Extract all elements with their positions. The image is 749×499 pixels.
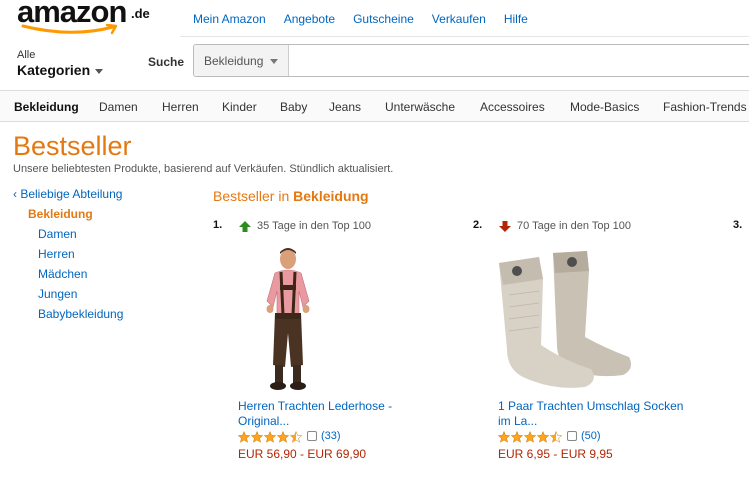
header: amazon .de Mein Amazon Angebote Gutschei… xyxy=(0,0,749,90)
product-rank: 2. xyxy=(473,219,483,231)
top-link-verkaufen[interactable]: Verkaufen xyxy=(432,12,486,26)
product-image[interactable] xyxy=(253,245,323,393)
star-rating-icon[interactable] xyxy=(498,431,562,443)
caret-down-icon xyxy=(270,59,278,64)
subnav-item-bekleidung[interactable]: Bekleidung xyxy=(14,100,79,114)
category-dropdown[interactable]: Alle Kategorien xyxy=(17,49,104,78)
department-link-maedchen[interactable]: Mädchen xyxy=(38,267,87,281)
caret-down-icon xyxy=(95,68,104,74)
days-in-top100: 35 Tage in den Top 100 xyxy=(257,220,371,232)
current-department: Bekleidung xyxy=(28,207,93,221)
top-link-gutscheine[interactable]: Gutscheine xyxy=(353,12,414,26)
product-title-link[interactable]: 1 Paar Trachten Umschlag Socken im La... xyxy=(498,399,698,429)
product-card: 1. 35 Tage in den Top 100 Herren Trachte… xyxy=(213,219,453,479)
top-nav: Mein Amazon Angebote Gutscheine Verkaufe… xyxy=(193,12,546,26)
heading-category: Bekleidung xyxy=(293,188,369,204)
top-link-hilfe[interactable]: Hilfe xyxy=(504,12,528,26)
review-count-link[interactable]: (50) xyxy=(581,430,601,442)
category-dropdown-line2: Kategorien xyxy=(17,62,104,78)
subnav-item-accessoires[interactable]: Accessoires xyxy=(480,100,545,114)
department-link-herren[interactable]: Herren xyxy=(38,247,75,261)
subnav-item-fashion-trends[interactable]: Fashion-Trends xyxy=(663,100,747,114)
smile-arrow-icon xyxy=(21,24,118,35)
subnav-item-mode-basics[interactable]: Mode-Basics xyxy=(570,100,639,114)
search-scope-select[interactable]: Bekleidung xyxy=(194,45,289,76)
department-link-babybekleidung[interactable]: Babybekleidung xyxy=(38,307,123,321)
top-link-mein-amazon[interactable]: Mein Amazon xyxy=(193,12,266,26)
product-title-link[interactable]: Herren Trachten Lederhose - Original... xyxy=(238,399,438,429)
subnav-item-unterwaesche[interactable]: Unterwäsche xyxy=(385,100,455,114)
subnav-item-baby[interactable]: Baby xyxy=(280,100,307,114)
star-rating-icon[interactable] xyxy=(238,431,302,443)
search-bar: Bekleidung xyxy=(193,44,749,77)
page-subtitle: Unsere beliebtesten Produkte, basierend … xyxy=(13,163,394,175)
search-input[interactable] xyxy=(289,45,749,76)
department-link-damen[interactable]: Damen xyxy=(38,227,77,241)
page-title: Bestseller xyxy=(13,131,132,161)
subnav-item-kinder[interactable]: Kinder xyxy=(222,100,257,114)
trend-down-icon xyxy=(499,221,511,232)
product-image[interactable] xyxy=(495,245,635,393)
amazon-logo[interactable]: amazon .de xyxy=(17,0,150,38)
product-price: EUR 56,90 - EUR 69,90 xyxy=(238,447,367,461)
subnav-item-herren[interactable]: Herren xyxy=(162,100,199,114)
category-subnav: Bekleidung Damen Herren Kinder Baby Jean… xyxy=(0,90,749,122)
top-link-angebote[interactable]: Angebote xyxy=(284,12,335,26)
any-department-link[interactable]: ‹ Beliebige Abteilung xyxy=(13,187,122,201)
trend-up-icon xyxy=(239,221,251,232)
days-in-top100: 70 Tage in den Top 100 xyxy=(517,220,631,232)
search-label: Suche xyxy=(148,55,185,69)
heading-prefix: Bestseller in xyxy=(213,188,290,204)
subnav-item-jeans[interactable]: Jeans xyxy=(329,100,361,114)
chevron-down-icon[interactable] xyxy=(567,431,577,441)
logo-tld: .de xyxy=(131,6,150,21)
divider xyxy=(180,36,749,37)
product-rank: 3. xyxy=(733,219,743,231)
department-link-jungen[interactable]: Jungen xyxy=(38,287,77,301)
review-count-link[interactable]: (33) xyxy=(321,430,341,442)
product-card: 2. 70 Tage in den Top 100 1 Paar Trachte… xyxy=(473,219,713,479)
product-price: EUR 6,95 - EUR 9,95 xyxy=(498,447,613,461)
search-scope-label: Bekleidung xyxy=(204,54,264,68)
product-rank: 1. xyxy=(213,219,223,231)
subnav-item-damen[interactable]: Damen xyxy=(99,100,138,114)
category-dropdown-label: Kategorien xyxy=(17,62,91,78)
chevron-down-icon[interactable] xyxy=(307,431,317,441)
bestseller-heading: Bestseller in Bekleidung xyxy=(213,188,369,204)
category-dropdown-line1: Alle xyxy=(17,49,36,61)
